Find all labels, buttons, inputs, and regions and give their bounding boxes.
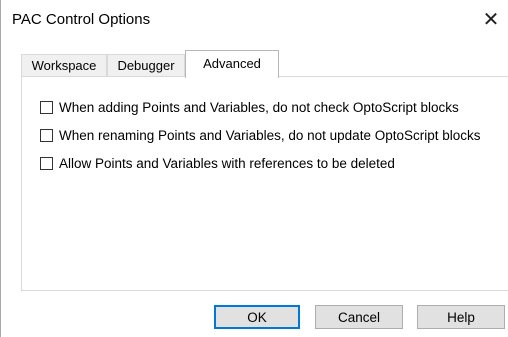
tab-workspace[interactable]: Workspace — [21, 54, 107, 76]
tab-debugger[interactable]: Debugger — [107, 54, 185, 76]
advanced-tab-panel: When adding Points and Variables, do not… — [21, 76, 508, 291]
option-no-update-optoscript[interactable]: When renaming Points and Variables, do n… — [40, 125, 481, 145]
checkbox[interactable] — [40, 100, 53, 114]
tab-advanced[interactable]: Advanced — [185, 50, 279, 78]
checkbox[interactable] — [40, 128, 53, 142]
tab-strip: Workspace Debugger Advanced — [21, 50, 508, 78]
title-bar: PAC Control Options ✕ — [1, 0, 508, 40]
close-icon[interactable]: ✕ — [479, 7, 503, 31]
pac-control-options-dialog: PAC Control Options ✕ Workspace Debugger… — [0, 0, 508, 337]
option-label: When renaming Points and Variables, do n… — [59, 127, 481, 143]
option-label: Allow Points and Variables with referenc… — [59, 155, 395, 171]
option-allow-delete-referenced[interactable]: Allow Points and Variables with referenc… — [40, 153, 395, 173]
dialog-title: PAC Control Options — [12, 11, 151, 28]
option-label: When adding Points and Variables, do not… — [59, 99, 459, 115]
checkbox[interactable] — [40, 156, 53, 170]
option-no-check-optoscript[interactable]: When adding Points and Variables, do not… — [40, 97, 459, 117]
cancel-button[interactable]: Cancel — [315, 305, 403, 329]
ok-button[interactable]: OK — [214, 305, 300, 329]
help-button[interactable]: Help — [417, 305, 505, 329]
